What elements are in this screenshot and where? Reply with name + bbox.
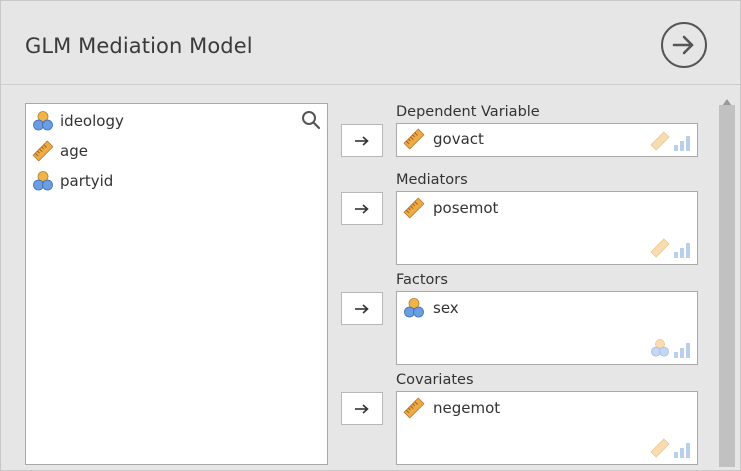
list-item-label: ideology [60,112,124,130]
dependent-variable-label: Dependent Variable [396,104,540,120]
arrow-right-icon [355,303,369,314]
continuous-variable-icon [403,197,425,219]
continuous-type-icon [650,238,670,258]
variable-list[interactable]: ideology age partyid [25,103,328,465]
assigned-variable-label: govact [433,130,484,148]
continuous-variable-icon [32,140,54,162]
covariates-box[interactable]: negemot [396,391,698,465]
nominal-variable-icon [32,110,54,132]
panel-header: GLM Mediation Model [1,1,740,85]
allowed-types-hint [650,238,691,258]
move-to-factors-button[interactable] [341,292,383,325]
dependent-variable-box[interactable]: govact [396,123,698,157]
search-icon[interactable] [301,110,321,134]
allowed-types-hint [650,131,691,151]
continuous-variable-icon [403,128,425,150]
assigned-variable-posemot[interactable]: posemot [403,197,498,219]
mediators-label: Mediators [396,172,468,188]
assigned-variable-label: sex [433,299,459,317]
continuous-type-icon [650,438,670,458]
list-item-ideology[interactable]: ideology [32,109,124,133]
factors-label: Factors [396,272,448,288]
arrow-right-icon [355,135,369,146]
factors-box[interactable]: sex [396,291,698,365]
list-item-partyid[interactable]: partyid [32,169,113,193]
continuous-variable-icon [403,397,425,419]
arrow-circle-right-icon [672,35,694,55]
assigned-variable-govact[interactable]: govact [403,128,484,150]
ordinal-type-icon [674,343,690,358]
assigned-variable-label: negemot [433,399,501,417]
list-item-age[interactable]: age [32,139,88,163]
move-to-mediators-button[interactable] [341,192,383,225]
move-to-covariates-button[interactable] [341,392,383,425]
nominal-variable-icon [32,170,54,192]
ordinal-type-icon [674,136,690,151]
nominal-type-icon [651,339,669,357]
scrollbar-thumb[interactable] [719,105,735,467]
scrollbar[interactable] [716,87,738,470]
assigned-variable-label: posemot [433,199,499,217]
move-to-dependent-button[interactable] [341,124,383,157]
covariates-label: Covariates [396,372,474,388]
list-item-label: age [60,142,88,160]
allowed-types-hint [650,338,691,358]
allowed-types-hint [650,438,691,458]
assigned-variable-negemot[interactable]: negemot [403,397,500,419]
nominal-variable-icon [403,297,425,319]
continuous-type-icon [650,131,670,151]
mediators-box[interactable]: posemot [396,191,698,265]
list-item-label: partyid [60,172,114,190]
analysis-panel: GLM Mediation Model ideology age partyid… [0,0,741,471]
arrow-right-icon [355,403,369,414]
run-analysis-button[interactable] [661,22,707,68]
ordinal-type-icon [674,243,690,258]
arrow-right-icon [355,203,369,214]
ordinal-type-icon [674,443,690,458]
assigned-variable-sex[interactable]: sex [403,297,459,319]
page-title: GLM Mediation Model [25,34,253,58]
